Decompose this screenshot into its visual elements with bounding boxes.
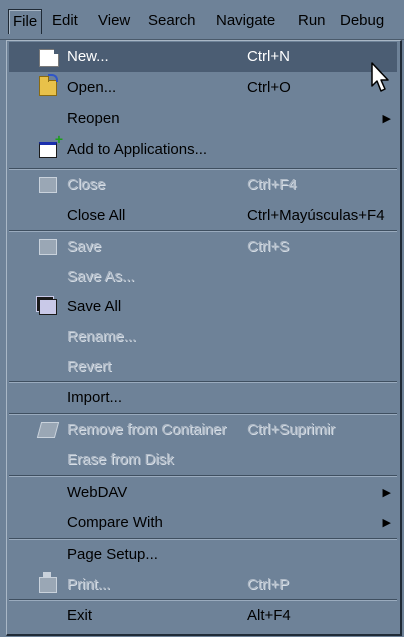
- shortcut-label: Alt+F4: [247, 607, 291, 624]
- file-menu-dropdown: New... Ctrl+N Open... Ctrl+O Reopen ▶ Ad…: [6, 40, 402, 636]
- menu-item-compare-with[interactable]: Compare With ▶: [9, 508, 397, 538]
- shortcut-label: Ctrl+N: [247, 48, 290, 65]
- close-file-icon: [39, 177, 57, 193]
- menu-run[interactable]: Run: [294, 9, 330, 33]
- menu-item-import[interactable]: Import...: [9, 383, 397, 413]
- menu-item-revert: Revert: [9, 352, 397, 382]
- menu-item-label: Import...: [67, 389, 123, 406]
- eclipse-window: File Edit View Search Navigate Run Debug…: [0, 0, 404, 637]
- menu-item-label: Save As...: [67, 268, 135, 285]
- menu-view[interactable]: View: [94, 9, 134, 33]
- menu-item-webdav[interactable]: WebDAV ▶: [9, 478, 397, 508]
- menu-navigate[interactable]: Navigate: [212, 9, 279, 33]
- shortcut-label: Ctrl+Mayúsculas+F4: [247, 207, 385, 224]
- menu-item-erase-from-disk: Erase from Disk: [9, 445, 397, 475]
- menu-item-label: Reopen: [67, 110, 120, 127]
- menu-item-label: Exit: [67, 607, 93, 624]
- menu-item-page-setup[interactable]: Page Setup...: [9, 540, 397, 570]
- menu-item-label: Rename...: [67, 328, 137, 345]
- menu-item-save-all[interactable]: Save All: [9, 292, 397, 322]
- open-folder-icon: [39, 74, 58, 96]
- save-disk-icon: [39, 239, 57, 255]
- menu-item-label: Page Setup...: [67, 546, 158, 563]
- menu-item-add-to-applications[interactable]: Add to Applications...: [9, 132, 397, 165]
- menu-file[interactable]: File: [8, 9, 43, 34]
- menu-item-open[interactable]: Open... Ctrl+O: [9, 73, 397, 103]
- menu-item-label: Erase from Disk: [67, 451, 174, 468]
- menu-item-exit[interactable]: Exit Alt+F4: [9, 601, 397, 631]
- menu-item-reopen[interactable]: Reopen ▶: [9, 104, 397, 134]
- menu-item-print: Print... Ctrl+P: [9, 570, 397, 600]
- new-file-icon: [39, 49, 59, 67]
- menu-item-remove-from-container: Remove from Container Ctrl+Suprimir: [9, 415, 397, 445]
- menu-search[interactable]: Search: [144, 9, 200, 33]
- submenu-arrow-icon: ▶: [382, 487, 391, 499]
- menu-item-label: Close: [67, 176, 106, 193]
- menu-item-label: Save All: [67, 298, 122, 315]
- shortcut-label: Ctrl+Suprimir: [247, 421, 335, 438]
- shortcut-label: Ctrl+F4: [247, 176, 297, 193]
- shortcut-label: Ctrl+S: [247, 238, 290, 255]
- menu-item-label: Compare With: [67, 514, 163, 531]
- menu-item-label: New...: [67, 48, 109, 65]
- menu-item-new[interactable]: New... Ctrl+N: [9, 42, 397, 72]
- menu-debug[interactable]: Debug: [336, 9, 388, 33]
- submenu-arrow-icon: ▶: [382, 517, 391, 529]
- remove-icon: [36, 422, 60, 438]
- menu-bar: File Edit View Search Navigate Run Debug: [0, 0, 404, 40]
- menu-item-save: Save Ctrl+S: [9, 232, 397, 262]
- menu-item-label: WebDAV: [67, 484, 128, 501]
- menu-item-save-as: Save As...: [9, 262, 397, 292]
- menu-item-label: Save: [67, 238, 102, 255]
- shortcut-label: Ctrl+P: [247, 576, 290, 593]
- menu-item-label: Open...: [67, 79, 117, 96]
- menu-item-close-all[interactable]: Close All Ctrl+Mayúsculas+F4: [9, 201, 397, 231]
- menu-item-close: Close Ctrl+F4: [9, 170, 397, 200]
- save-all-icon: [39, 299, 57, 315]
- menu-separator: [9, 475, 397, 477]
- shortcut-label: Ctrl+O: [247, 79, 291, 96]
- add-application-icon: [39, 132, 63, 158]
- mouse-pointer-icon: [371, 62, 389, 92]
- menu-item-label: Remove from Container: [67, 421, 227, 438]
- menu-item-label: Add to Applications...: [67, 141, 208, 158]
- submenu-arrow-icon: ▶: [382, 113, 391, 125]
- menu-item-label: Print...: [67, 576, 111, 593]
- menu-item-label: Close All: [67, 207, 126, 224]
- printer-icon: [39, 572, 57, 593]
- menu-item-rename: Rename...: [9, 322, 397, 352]
- menu-item-label: Revert: [67, 358, 112, 375]
- menu-edit[interactable]: Edit: [48, 9, 82, 33]
